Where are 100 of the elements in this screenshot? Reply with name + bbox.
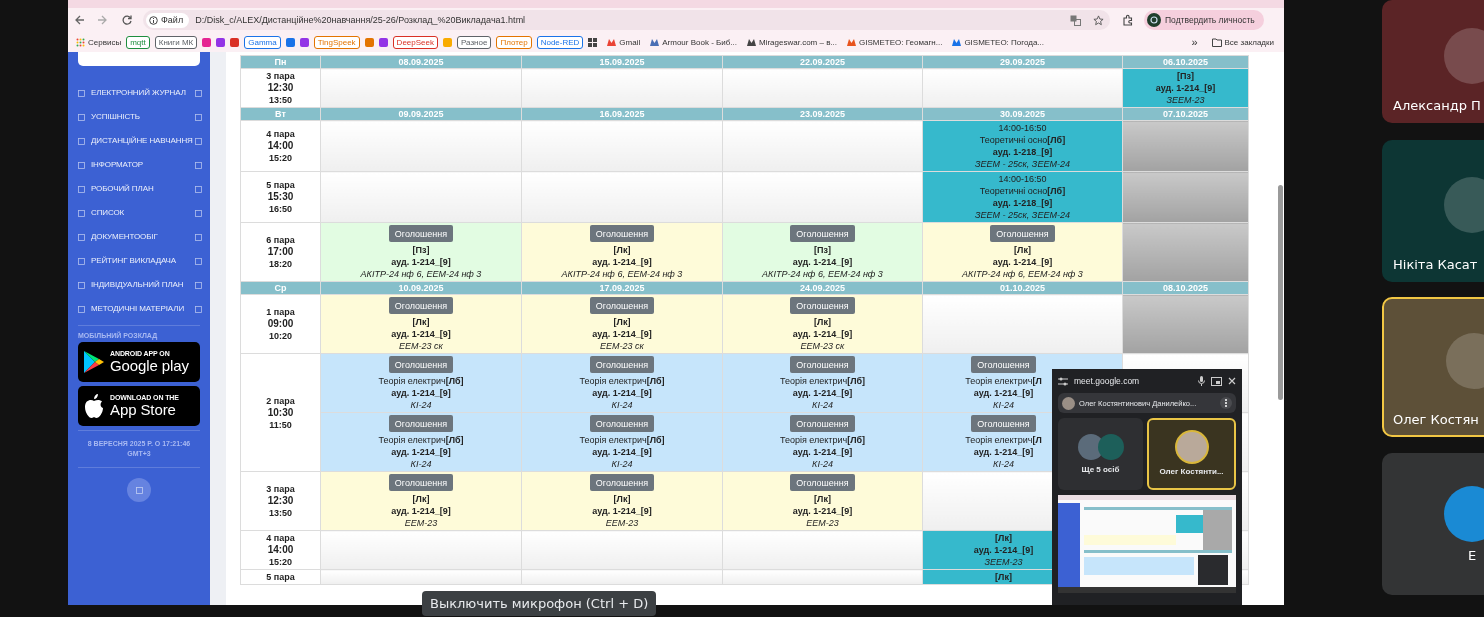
bookmark[interactable]: DeepSeek bbox=[392, 35, 438, 49]
lesson-title: [Лк] bbox=[1014, 244, 1031, 256]
period-label: 5 пара 15:30 16:50 bbox=[266, 179, 295, 215]
square-icon bbox=[78, 113, 85, 121]
close-icon[interactable] bbox=[1228, 377, 1236, 385]
nav-item[interactable]: УСПІШНІСТЬ bbox=[78, 105, 202, 129]
room-text: ауд. 1-214_[9] bbox=[973, 544, 1034, 556]
announcement-button[interactable]: Оголошення bbox=[790, 474, 855, 491]
nav-item[interactable]: ЕЛЕКТРОННИЙ ЖУРНАЛ bbox=[78, 81, 202, 105]
square-icon bbox=[78, 185, 85, 193]
group-text: АКІТР-24 нф 6, ЕЕМ-24 нф 3 bbox=[360, 268, 482, 280]
bookmark[interactable]: Gmail bbox=[607, 37, 641, 47]
lesson-title: [Лк] bbox=[814, 316, 831, 328]
participant-tile[interactable]: Е bbox=[1382, 453, 1484, 595]
group-text: ЕЕМ-23 bbox=[806, 517, 839, 529]
bookmark[interactable] bbox=[216, 37, 226, 47]
nav-item[interactable]: СПИСОК bbox=[78, 201, 202, 225]
microphone-icon[interactable] bbox=[1198, 376, 1205, 386]
profile-button[interactable]: Подтвердить личность bbox=[1144, 10, 1264, 30]
announcement-button[interactable]: Оголошення bbox=[790, 225, 855, 242]
bookmark[interactable]: Книги МК bbox=[154, 35, 198, 49]
participant-tile[interactable]: Ще 5 осіб bbox=[1058, 418, 1143, 490]
announcement-button[interactable]: Оголошення bbox=[790, 297, 855, 314]
grid-icon[interactable] bbox=[588, 37, 598, 47]
bookmark[interactable] bbox=[285, 37, 295, 47]
bookmark[interactable]: GISMETEO: Геомагн... bbox=[847, 37, 943, 47]
nav-item[interactable]: РОБОЧИЙ ПЛАН bbox=[78, 177, 202, 201]
announcement-button[interactable]: Оголошення bbox=[589, 297, 655, 314]
announcement-button[interactable]: Оголошення bbox=[971, 415, 1036, 432]
nav-item[interactable]: ДИСТАНЦІЙНЕ НАВЧАННЯ bbox=[78, 129, 202, 153]
room-text: ауд. 1-214_[9] bbox=[391, 328, 451, 340]
bookmark[interactable]: TingSpeek bbox=[313, 35, 360, 49]
translate-icon[interactable] bbox=[1070, 14, 1081, 26]
announcement-button[interactable]: Оголошення bbox=[388, 474, 454, 491]
more-icon[interactable] bbox=[1220, 397, 1232, 409]
bookmark[interactable]: Разное bbox=[456, 35, 492, 49]
announcement-button[interactable]: Оголошення bbox=[790, 356, 855, 373]
participant-tile[interactable]: Олег Костян bbox=[1382, 297, 1484, 437]
lesson-title: Теорія електрич[Л bbox=[965, 434, 1042, 446]
search-field[interactable] bbox=[78, 52, 200, 66]
bookmark[interactable]: Gamma bbox=[244, 35, 281, 49]
announcement-button[interactable]: Оголошення bbox=[589, 356, 655, 373]
lesson-title: [Лк] bbox=[412, 493, 430, 505]
day-header: Пн bbox=[240, 55, 321, 69]
bookmark[interactable]: Mirageswar.com – в... bbox=[747, 37, 838, 47]
settings-icon[interactable] bbox=[1058, 376, 1068, 386]
icon-button[interactable] bbox=[127, 478, 151, 502]
bookmark[interactable]: mqtt bbox=[126, 35, 150, 49]
avatar-icon bbox=[1444, 485, 1484, 542]
site-title: meet.google.com bbox=[1074, 376, 1140, 386]
star-icon[interactable] bbox=[1093, 14, 1104, 26]
participant-tile[interactable]: Александр П bbox=[1382, 0, 1484, 123]
back-icon[interactable] bbox=[74, 14, 86, 26]
bookmark[interactable]: Node-RED bbox=[536, 35, 584, 49]
square-icon bbox=[78, 209, 85, 217]
square-icon bbox=[195, 209, 202, 217]
participant-tile[interactable]: Нікіта Касат bbox=[1382, 140, 1484, 282]
nav-item[interactable]: ІНФОРМАТОР bbox=[78, 153, 202, 177]
announcement-button[interactable]: Оголошення bbox=[388, 225, 454, 242]
announcement-button[interactable]: Оголошення bbox=[971, 356, 1036, 373]
room-text: ауд. 1-214_[9] bbox=[592, 387, 652, 399]
announcement-button[interactable]: Оголошення bbox=[589, 415, 655, 432]
bookmark[interactable] bbox=[230, 37, 240, 47]
square-icon bbox=[195, 185, 202, 193]
avatar-icon bbox=[1176, 432, 1207, 462]
nav-item[interactable]: ІНДИВІДУАЛЬНИЙ ПЛАН bbox=[78, 273, 202, 297]
announcement-button[interactable]: Оголошення bbox=[388, 415, 454, 432]
bookmark[interactable] bbox=[364, 37, 374, 47]
announcement-button[interactable]: Оголошення bbox=[990, 225, 1055, 242]
nav-item[interactable]: ДОКУМЕНТООБІГ bbox=[78, 225, 202, 249]
bookmark[interactable]: Armour Book - Биб... bbox=[650, 37, 737, 47]
room-text: ауд. 1-218_[9] bbox=[992, 146, 1053, 158]
bookmark[interactable] bbox=[202, 37, 212, 47]
announcement-button[interactable]: Оголошення bbox=[388, 297, 454, 314]
more-bookmarks-button[interactable]: » bbox=[1191, 36, 1198, 48]
scrollbar[interactable] bbox=[1278, 185, 1283, 400]
bookmark[interactable] bbox=[378, 37, 388, 47]
participant-tile[interactable]: Олег Костянти... bbox=[1147, 418, 1236, 490]
nav-item[interactable]: МЕТОДИЧНІ МАТЕРІАЛИ bbox=[78, 297, 202, 321]
announcement-button[interactable]: Оголошення bbox=[589, 225, 655, 242]
bookmark[interactable]: GISMETEO: Погода... bbox=[952, 37, 1045, 47]
group-text: ЕЕМ-23 ск bbox=[800, 340, 845, 352]
reload-icon[interactable] bbox=[121, 14, 133, 26]
bookmark[interactable]: Плотер bbox=[496, 35, 532, 49]
announcement-button[interactable]: Оголошення bbox=[790, 415, 855, 432]
group-text: АКІТР-24 нф 6, ЕЕМ-24 нф 3 bbox=[762, 268, 883, 280]
participant-name: Олег Костянти... bbox=[1159, 467, 1224, 476]
group-text: КІ-24 bbox=[812, 399, 833, 411]
site-info-chip[interactable]: Файл bbox=[146, 12, 190, 28]
bookmark[interactable]: Сервисы bbox=[76, 37, 122, 47]
extensions-icon[interactable] bbox=[1122, 14, 1134, 26]
announcement-button[interactable]: Оголошення bbox=[388, 356, 454, 373]
nav-item[interactable]: РЕЙТИНГ ВИКЛАДАЧА bbox=[78, 249, 202, 273]
announcement-button[interactable]: Оголошення bbox=[589, 474, 655, 491]
all-bookmarks-button[interactable]: Все закладки bbox=[1211, 37, 1274, 47]
period-label: 2 пара 10:30 11:50 bbox=[266, 394, 295, 431]
picture-in-picture-icon[interactable] bbox=[1211, 376, 1222, 386]
avatar-icon bbox=[1062, 396, 1075, 410]
address-bar[interactable]: Файл D:/Disk_c/ALEX/Дистанційне%20навчання/25-26/Розклад_%20Викладача1.html bbox=[143, 10, 1110, 30]
bookmark[interactable] bbox=[299, 37, 309, 47]
